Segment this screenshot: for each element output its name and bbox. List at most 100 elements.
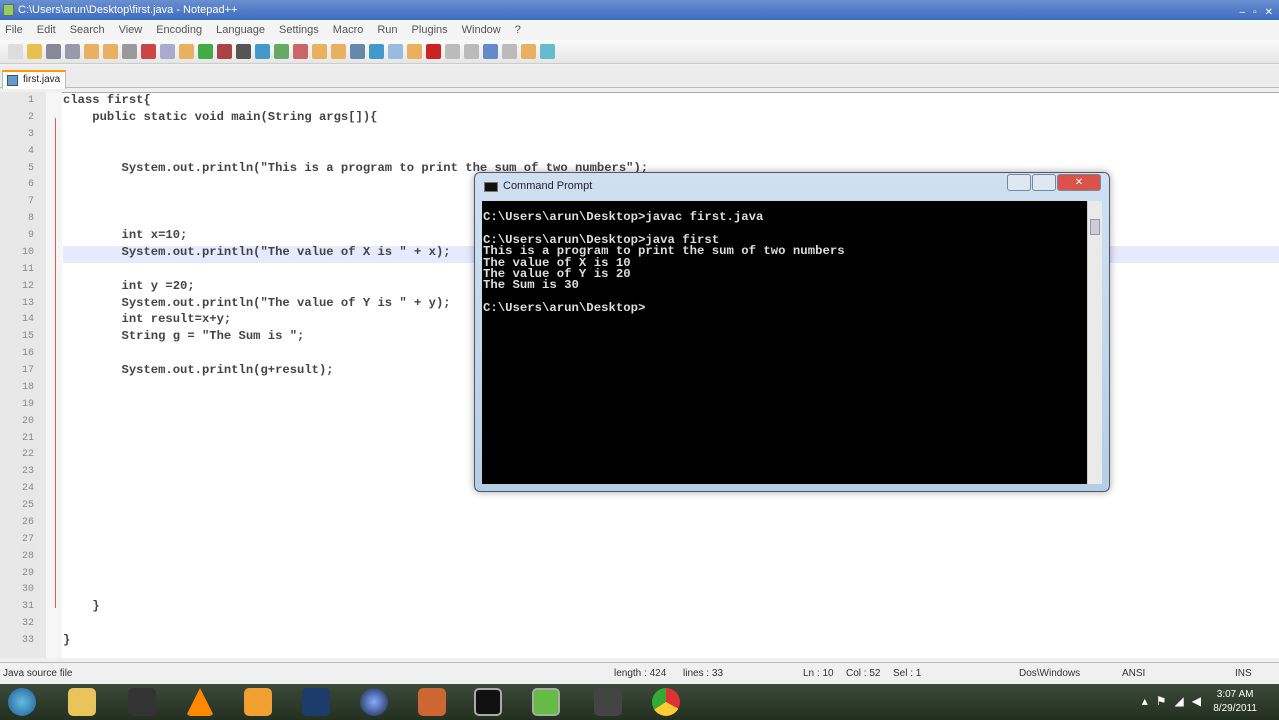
menu-help[interactable]: ? xyxy=(515,20,521,40)
toolbar-button-icon[interactable] xyxy=(255,44,270,59)
toolbar-button-icon[interactable] xyxy=(122,44,137,59)
code-line[interactable]: } xyxy=(63,599,99,613)
toolbar-button-icon[interactable] xyxy=(274,44,289,59)
toolbar-button-icon[interactable] xyxy=(521,44,536,59)
toolbar-button-icon[interactable] xyxy=(331,44,346,59)
menu-window[interactable]: Window xyxy=(462,20,501,40)
menu-macro[interactable]: Macro xyxy=(333,20,364,40)
eclipse-icon[interactable] xyxy=(360,688,388,716)
line-number: 12 xyxy=(21,280,34,292)
cmd-taskbar-icon[interactable] xyxy=(474,688,502,716)
notepadpp-taskbar-icon[interactable] xyxy=(532,688,560,716)
toolbar-button-icon[interactable] xyxy=(141,44,156,59)
code-line[interactable]: int result=x+y; xyxy=(63,312,232,326)
fold-line xyxy=(55,118,56,608)
toolbar-button-icon[interactable] xyxy=(426,44,441,59)
menu-language[interactable]: Language xyxy=(216,20,265,40)
line-number: 11 xyxy=(21,263,34,275)
menu-file[interactable]: File xyxy=(5,20,23,40)
toolbar-button-icon[interactable] xyxy=(350,44,365,59)
system-tray-icons[interactable]: ▴⚑◢◀ xyxy=(1142,694,1209,708)
line-number: 15 xyxy=(21,331,34,343)
status-sel: Sel : 1 xyxy=(893,668,922,679)
console-output[interactable]: C:\Users\arun\Desktop>javac first.java C… xyxy=(482,201,1087,484)
toolbar-button-icon[interactable] xyxy=(540,44,555,59)
menu-search[interactable]: Search xyxy=(70,20,105,40)
code-line[interactable]: int y =20; xyxy=(63,279,195,293)
toolbar-button-icon[interactable] xyxy=(464,44,479,59)
cmd-scrollbar[interactable] xyxy=(1087,201,1102,484)
toolbar-button-icon[interactable] xyxy=(236,44,251,59)
taskbar: ▴⚑◢◀ 3:07 AM 8/29/2011 xyxy=(0,684,1279,720)
toolbar-button-icon[interactable] xyxy=(312,44,327,59)
toolbar-button-icon[interactable] xyxy=(179,44,194,59)
code-line[interactable]: System.out.println("The value of X is " … xyxy=(63,245,451,259)
toolbar-button-icon[interactable] xyxy=(198,44,213,59)
toolbar-button-icon[interactable] xyxy=(369,44,384,59)
code-line[interactable]: String g = "The Sum is "; xyxy=(63,329,305,343)
vlc-icon[interactable] xyxy=(186,688,214,716)
toolbar xyxy=(0,40,1279,64)
code-line[interactable]: class first{ xyxy=(63,93,151,107)
line-number: 8 xyxy=(27,213,34,225)
menu-plugins[interactable]: Plugins xyxy=(412,20,448,40)
app-icon[interactable] xyxy=(128,688,156,716)
code-line[interactable]: System.out.println("The value of Y is " … xyxy=(63,296,451,310)
menu-settings[interactable]: Settings xyxy=(279,20,319,40)
explorer-icon[interactable] xyxy=(68,688,96,716)
code-line[interactable]: public static void main(String args[]){ xyxy=(63,110,377,124)
line-number: 19 xyxy=(21,398,34,410)
clock-time: 3:07 AM xyxy=(1216,689,1254,700)
menu-run[interactable]: Run xyxy=(377,20,397,40)
menu-encoding[interactable]: Encoding xyxy=(156,20,202,40)
toolbar-button-icon[interactable] xyxy=(293,44,308,59)
toolbar-button-icon[interactable] xyxy=(217,44,232,59)
app-icon[interactable] xyxy=(594,688,622,716)
title-bar: C:\Users\arun\Desktop\first.java - Notep… xyxy=(0,0,1279,20)
toolbar-button-icon[interactable] xyxy=(27,44,42,59)
toolbar-button-icon[interactable] xyxy=(483,44,498,59)
menu-view[interactable]: View xyxy=(119,20,143,40)
line-number: 29 xyxy=(21,567,34,579)
clock[interactable]: 3:07 AM 8/29/2011 xyxy=(1213,688,1257,716)
toolbar-button-icon[interactable] xyxy=(8,44,23,59)
toolbar-button-icon[interactable] xyxy=(160,44,175,59)
chrome-icon[interactable] xyxy=(652,688,680,716)
line-number: 7 xyxy=(27,196,34,208)
start-button[interactable] xyxy=(8,688,36,716)
menu-edit[interactable]: Edit xyxy=(37,20,56,40)
app-icon[interactable] xyxy=(244,688,272,716)
line-number: 21 xyxy=(21,432,34,444)
scrollbar-thumb[interactable] xyxy=(1090,219,1100,235)
toolbar-button-icon[interactable] xyxy=(445,44,460,59)
cmd-close-button[interactable]: ✕ xyxy=(1057,174,1101,191)
toolbar-button-icon[interactable] xyxy=(65,44,80,59)
photoshop-icon[interactable] xyxy=(302,688,330,716)
command-prompt-window[interactable]: Command Prompt ✕ C:\Users\arun\Desktop>j… xyxy=(474,172,1110,492)
toolbar-button-icon[interactable] xyxy=(103,44,118,59)
toolbar-button-icon[interactable] xyxy=(407,44,422,59)
file-icon xyxy=(7,75,18,86)
toolbar-button-icon[interactable] xyxy=(46,44,61,59)
notepadpp-icon xyxy=(3,4,14,16)
cmd-title: Command Prompt xyxy=(503,180,593,192)
code-line[interactable]: int x=10; xyxy=(63,228,188,242)
tab-first-java[interactable]: first.java xyxy=(2,70,66,89)
line-number: 4 xyxy=(27,145,34,157)
line-number: 6 xyxy=(27,179,34,191)
cmd-icon xyxy=(484,182,498,192)
line-number: 31 xyxy=(21,601,34,613)
line-number: 2 xyxy=(27,111,34,123)
cmd-minimize-button[interactable] xyxy=(1007,174,1031,191)
line-number: 5 xyxy=(27,162,34,174)
menu-bar: File Edit Search View Encoding Language Settin… xyxy=(0,20,1279,40)
toolbar-button-icon[interactable] xyxy=(502,44,517,59)
code-line[interactable]: } xyxy=(63,633,70,647)
code-line[interactable]: System.out.println(g+result); xyxy=(63,363,334,377)
toolbar-button-icon[interactable] xyxy=(388,44,403,59)
cmd-maximize-button[interactable] xyxy=(1032,174,1056,191)
toolbar-button-icon[interactable] xyxy=(84,44,99,59)
line-number: 10 xyxy=(21,246,34,258)
tab-label: first.java xyxy=(23,74,61,85)
app-icon[interactable] xyxy=(418,688,446,716)
